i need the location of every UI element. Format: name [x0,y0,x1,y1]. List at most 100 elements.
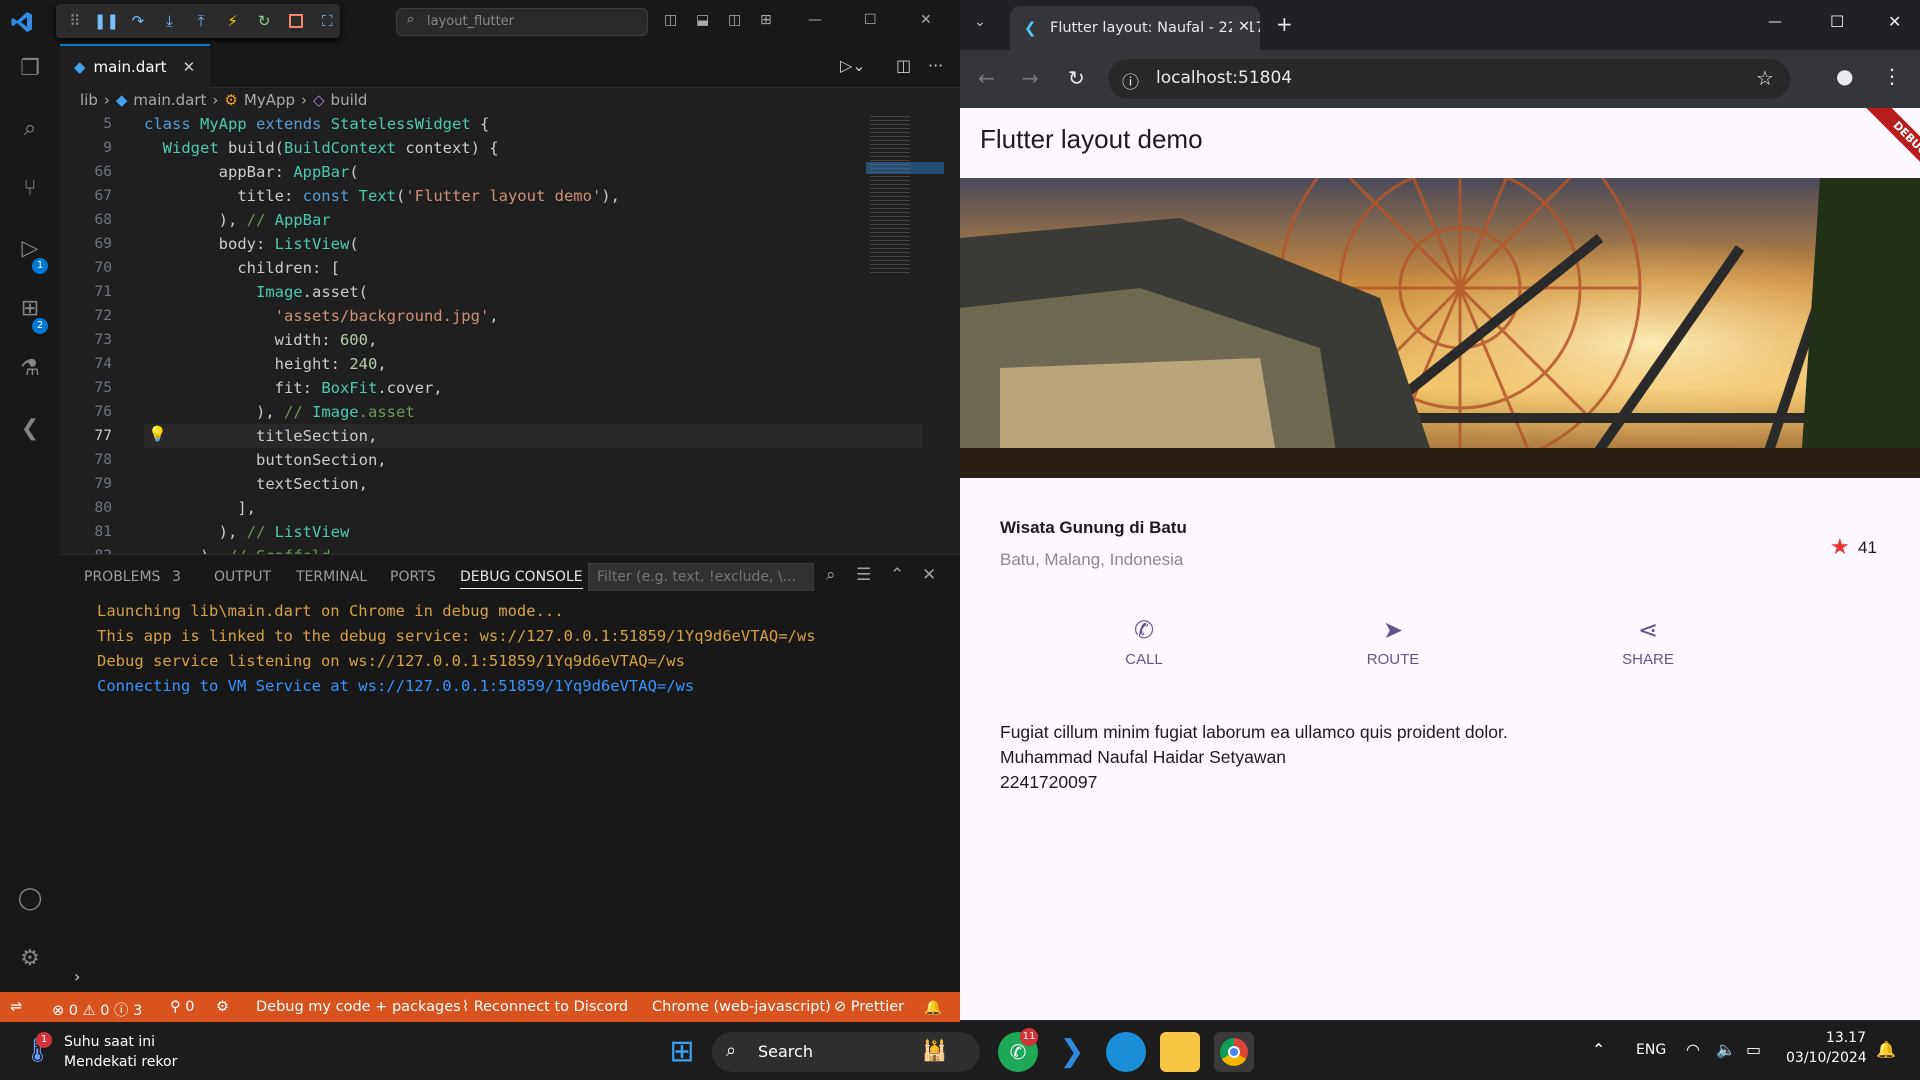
step-over-icon[interactable]: ↷ [125,8,151,34]
code-line: 82 ), // Scaffold [60,544,860,554]
file-explorer-icon[interactable] [1160,1032,1200,1072]
prettier-status[interactable]: ⊘ Prettier [834,999,904,1015]
remote-icon[interactable]: ⇌ [10,999,22,1015]
split-editor-icon[interactable]: ◫ [896,56,911,75]
line-number: 70 [94,260,112,276]
code-line: 72 'assets/background.jpg', [60,304,860,328]
address-bar[interactable]: ⓘ localhost:51804 ☆ [1108,59,1790,99]
maximize-icon[interactable]: ☐ [1830,12,1844,31]
tab-terminal[interactable]: TERMINAL [296,569,367,585]
more-actions-icon[interactable]: ··· [928,56,943,75]
share-label: SHARE [1622,651,1674,668]
settings-gear-icon[interactable]: ⚙ [14,946,46,978]
maximize-panel-icon[interactable]: ⌃ [890,565,904,585]
notifications-icon[interactable]: 🔔 [924,999,942,1016]
tab-ports[interactable]: PORTS [390,569,436,585]
edge-icon[interactable] [1106,1032,1146,1072]
bookmark-star-icon[interactable]: ☆ [1756,66,1774,90]
wifi-icon[interactable]: ◠ [1686,1040,1700,1059]
hot-reload-icon[interactable]: ⚡ [220,8,246,34]
code-line: 9 Widget build(BuildContext context) { [60,136,860,160]
customize-layout-icon[interactable]: ⊞ [760,12,772,28]
debug-mode-status[interactable]: Debug my code + packages [256,999,461,1015]
close-window-icon[interactable]: ✕ [1888,12,1901,31]
navigation-icon: ➤ [1382,617,1404,644]
code-line: 77 titleSection, [60,424,860,448]
minimize-icon[interactable]: — [808,12,822,28]
explorer-icon[interactable]: ❐ [14,56,46,88]
tab-search-icon[interactable]: ⌄ [974,14,986,30]
chrome-taskbar-icon[interactable] [1214,1032,1254,1072]
forward-icon[interactable]: → [1022,66,1039,90]
volume-icon[interactable]: 🔈 [1716,1040,1736,1059]
clear-console-icon[interactable]: ☰ [856,565,871,585]
tab-debug-console[interactable]: DEBUG CONSOLE [460,569,583,589]
language-indicator[interactable]: ENG [1636,1042,1666,1058]
search-activity-icon[interactable]: ⌕ [14,116,46,148]
flutter-icon[interactable]: ❮ [14,416,46,448]
step-out-icon[interactable]: ⤒ [188,8,214,34]
route-button[interactable]: ➤ ROUTE [1333,616,1453,668]
breadcrumb-method[interactable]: build [331,91,368,109]
breadcrumb-class[interactable]: MyApp [244,91,295,109]
clock[interactable]: 13.17 03/10/2024 [1786,1030,1867,1066]
inspect-widget-icon[interactable]: ⛶ [315,8,341,34]
breadcrumb-file[interactable]: main.dart [133,91,206,109]
chrome-menu-icon[interactable]: ⋮ [1882,64,1902,88]
chrome-tab[interactable]: ❮ Flutter layout: Naufal - 2241720097 ✕ [1010,6,1260,50]
close-tab-icon[interactable]: ✕ [183,58,196,76]
breadcrumb-lib[interactable]: lib [80,91,98,109]
minimap[interactable] [866,112,948,342]
close-panel-icon[interactable]: ✕ [922,565,936,585]
stop-icon[interactable] [283,8,309,34]
discord-status[interactable]: ⌇ Reconnect to Discord [462,999,628,1015]
tab-label: main.dart [93,58,167,76]
profile-icon[interactable]: ● [1836,64,1853,88]
toggle-sidebar-icon[interactable]: ◫ [664,12,677,28]
error-count: 0 [68,1003,78,1019]
share-button[interactable]: ⋖ SHARE [1588,616,1708,668]
maximize-icon[interactable]: ☐ [864,12,877,28]
console-filter-input[interactable] [588,563,814,591]
vscode-taskbar-icon[interactable]: ❯ [1052,1032,1092,1072]
hero-image [960,178,1920,478]
device-status[interactable]: Chrome (web-javascript) [652,999,831,1015]
close-window-icon[interactable]: ✕ [920,12,932,28]
tab-output[interactable]: OUTPUT [214,569,271,585]
reload-icon[interactable]: ↻ [1068,66,1085,90]
problems-status[interactable]: ⊗ 0 ⚠ 0 ⓘ 3 [52,999,142,1020]
step-into-icon[interactable]: ⤓ [157,8,183,34]
debug-status-icon[interactable]: ⚙ [216,999,229,1015]
show-hidden-icons-icon[interactable]: ⌃ [1592,1040,1605,1059]
ports-status[interactable]: ⚲ 0 [170,999,194,1015]
minimize-icon[interactable]: — [1768,14,1782,30]
pause-icon[interactable]: ❚❚ [94,8,120,34]
toggle-secondary-sidebar-icon[interactable]: ◫ [728,12,741,28]
accounts-icon[interactable]: ◯ [14,886,46,918]
find-icon[interactable]: ⌕ [826,565,836,585]
windows-start-icon[interactable]: ⊞ [662,1032,702,1072]
code-editor[interactable]: 💡 5 class MyApp extends StatelessWidget {… [60,112,960,554]
battery-icon[interactable]: ▭ [1746,1040,1761,1059]
weather-widget[interactable]: 🌡 1 Suhu saat ini Mendekati rekor [18,1032,248,1072]
source-control-icon[interactable]: ⑂ [14,176,46,208]
code-text: ), // Scaffold [144,544,331,554]
console-prompt-icon[interactable]: › [74,967,80,986]
taskbar-search[interactable]: ⌕ Search 🕌 [712,1032,980,1072]
drag-handle-icon[interactable]: ⠿ [62,8,88,34]
notification-bell-icon[interactable]: 🔔 [1876,1040,1896,1059]
back-icon[interactable]: ← [978,66,995,90]
new-tab-icon[interactable]: + [1276,12,1293,36]
toggle-panel-icon[interactable]: ⬓ [696,12,709,28]
close-tab-icon[interactable]: ✕ [1232,19,1251,35]
call-button[interactable]: ✆ CALL [1084,616,1204,668]
tab-main-dart[interactable]: ◆ main.dart ✕ [60,44,210,88]
restart-icon[interactable]: ↻ [251,8,277,34]
testing-icon[interactable]: ⚗ [14,356,46,388]
run-icon[interactable]: ▷⌄ [840,56,866,75]
site-info-icon[interactable]: ⓘ [1122,68,1139,93]
tab-problems[interactable]: PROBLEMS [84,569,160,585]
code-line: 68 ), // AppBar [60,208,860,232]
command-center-search[interactable]: ⌕ layout_flutter [396,8,648,36]
line-number: 75 [94,380,112,396]
